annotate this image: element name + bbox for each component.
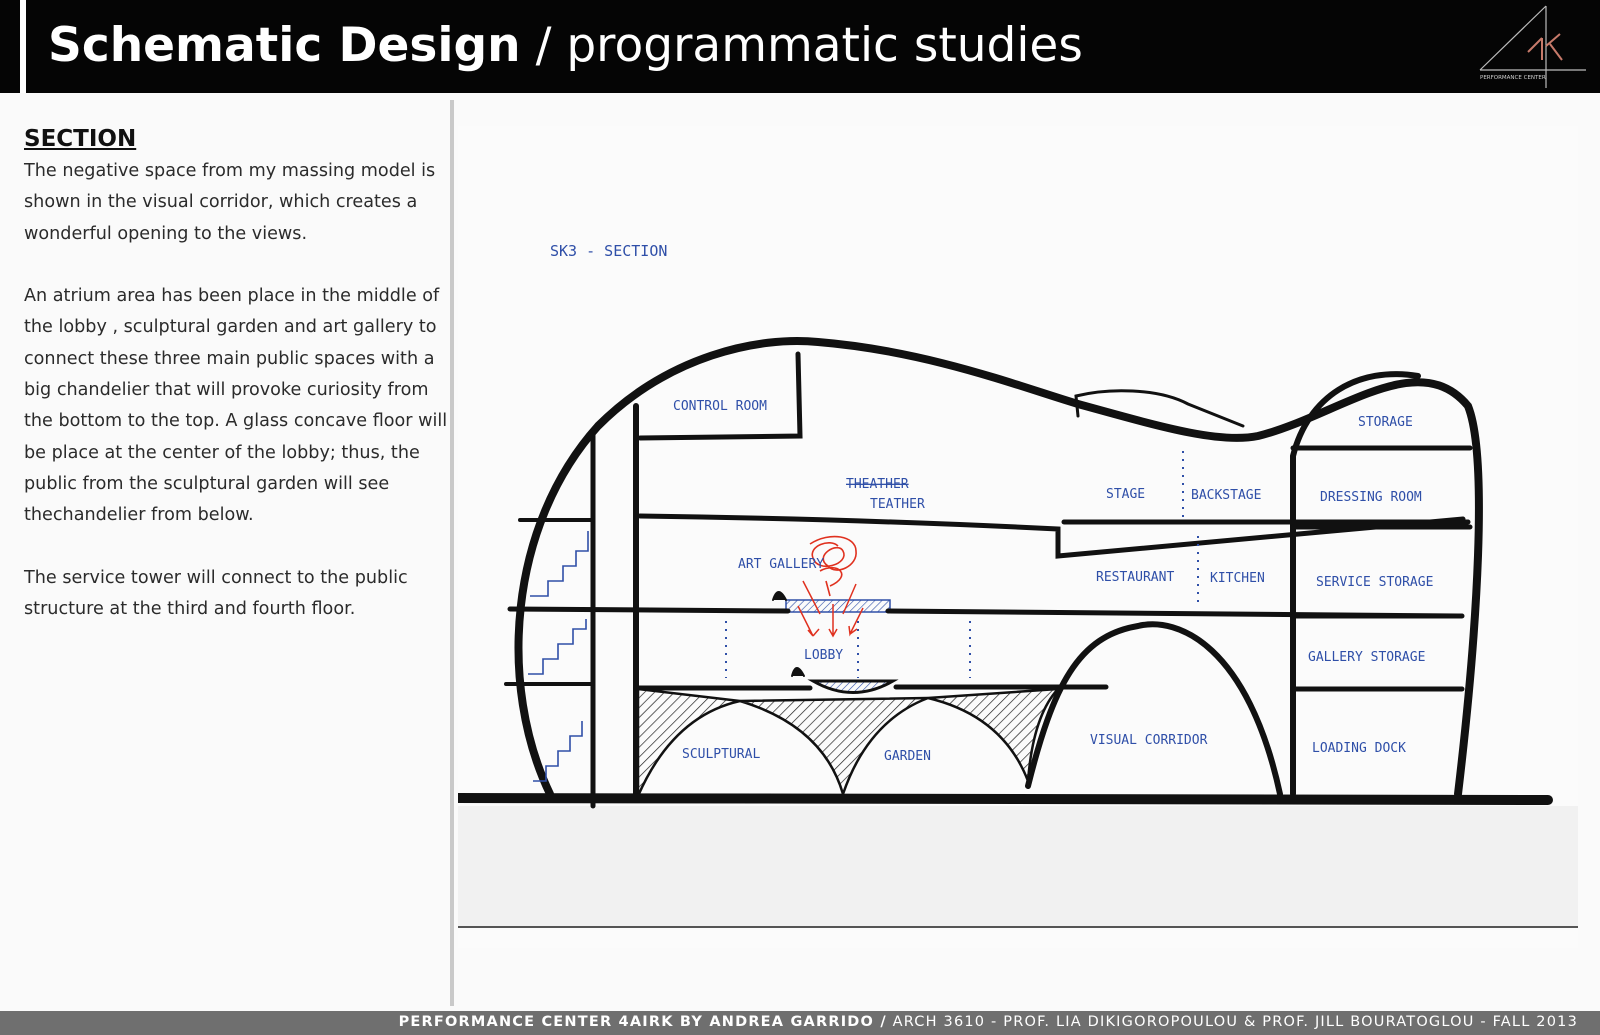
label-restaurant: RESTAURANT xyxy=(1096,570,1174,585)
paragraph-service-tower: The service tower will connect to the pu… xyxy=(24,567,408,620)
label-lobby: LOBBY xyxy=(804,648,843,663)
label-gallery-storage: GALLERY STORAGE xyxy=(1308,650,1425,665)
header-left-bar xyxy=(0,0,20,93)
paper-lower-band xyxy=(458,806,1578,928)
label-service-storage: SERVICE STORAGE xyxy=(1316,575,1433,590)
header-bar: Schematic Design / programmatic studies … xyxy=(0,0,1600,93)
title-subtitle: / programmatic studies xyxy=(535,18,1083,73)
sketch-title: SK3 - SECTION xyxy=(550,242,667,260)
footer-bar: PERFORMANCE CENTER 4AIRK BY ANDREA GARRI… xyxy=(0,1011,1600,1035)
label-stage: STAGE xyxy=(1106,487,1145,502)
footer-credits: PERFORMANCE CENTER 4AIRK BY ANDREA GARRI… xyxy=(399,1014,1578,1030)
label-control-room: CONTROL ROOM xyxy=(673,399,767,414)
paragraph-negative-space: The negative space from my massing model… xyxy=(24,161,436,244)
label-dressing-room: DRESSING ROOM xyxy=(1320,490,1422,505)
footer-project: PERFORMANCE CENTER 4AIRK BY ANDREA GARRI… xyxy=(398,1014,887,1030)
section-heading: SECTION xyxy=(24,126,137,152)
label-art-gallery: ART GALLERY xyxy=(738,557,824,572)
label-theather-struck: THEATHER xyxy=(846,477,909,492)
label-visual-corridor: VISUAL CORRIDOR xyxy=(1090,733,1208,748)
label-teather: TEATHER xyxy=(870,497,925,512)
label-sculptural: SCULPTURAL xyxy=(682,747,760,762)
footer-course: ARCH 3610 - PROF. LIA DIKIGOROPOULOU & P… xyxy=(892,1014,1578,1030)
gallery-glass-floor xyxy=(785,599,891,613)
section-sketch: SK3 - SECTION CONTROL ROOM THEATHER TEAT… xyxy=(458,126,1578,948)
header-accent-line xyxy=(20,0,26,93)
description-column: SECTION The negative space from my massi… xyxy=(24,124,452,657)
paragraph-atrium: An atrium area has been place in the mid… xyxy=(24,286,448,526)
label-garden: GARDEN xyxy=(884,749,931,764)
label-storage: STORAGE xyxy=(1358,415,1413,430)
page-title: Schematic Design / programmatic studies xyxy=(48,16,1083,76)
column-divider xyxy=(450,100,454,1006)
logo-text: PERFORMANCE CENTER xyxy=(1480,75,1546,81)
performance-center-logo: PERFORMANCE CENTER xyxy=(1479,5,1586,88)
label-backstage: BACKSTAGE xyxy=(1191,488,1261,503)
label-loading-dock: LOADING DOCK xyxy=(1312,741,1406,756)
label-kitchen: KITCHEN xyxy=(1210,571,1265,586)
title-bold: Schematic Design xyxy=(48,18,521,73)
